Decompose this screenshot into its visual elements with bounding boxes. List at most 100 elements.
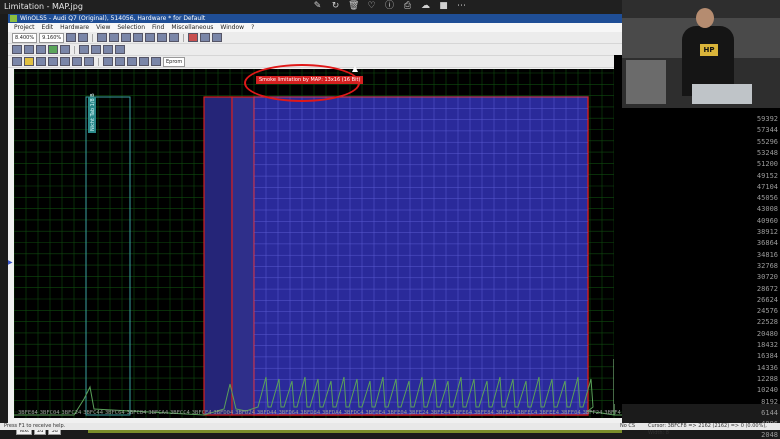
filter-select[interactable]: Eprom [163, 56, 186, 67]
hex-curve-view[interactable]: Nicht Tab 1/8 B 3BFE84 3BFC04 3BFC24 3BFC44 3… [14, 69, 622, 418]
y-axis-label: 10240 [756, 386, 778, 395]
tool-button[interactable] [169, 33, 180, 42]
toolbar-row-2 [8, 44, 622, 56]
tool-button[interactable] [103, 45, 113, 54]
map-tooltip: Smoke limitation by MAP: 13x16 (16 Bit) [256, 76, 364, 84]
edit-icon[interactable]: ✎ [312, 1, 323, 12]
x-axis-label: 3BFE24 [409, 410, 430, 416]
menu-window[interactable]: Window [220, 23, 244, 32]
engine-part [626, 60, 666, 104]
x-axis-label: 3BFCE4 [192, 410, 213, 416]
menu-selection[interactable]: Selection [117, 23, 145, 32]
tool-button[interactable] [12, 57, 22, 66]
tool-button[interactable] [121, 33, 132, 42]
favorite-icon[interactable]: ♡ [366, 1, 377, 12]
x-axis-label: 3BFF24 [583, 410, 604, 416]
y-axis-label: 32768 [756, 261, 778, 270]
curve-plot: Nicht Tab 1/8 B3BFE84 3BFC04 3BFC24 3BFC44 3… [14, 69, 622, 418]
x-axis-label: 3BFE64 [452, 410, 473, 416]
laptop [692, 84, 752, 104]
tool-button[interactable] [84, 57, 94, 66]
info-icon[interactable]: ⓘ [384, 1, 395, 12]
x-axis-label: 3BFC64 [105, 410, 126, 416]
tool-button[interactable] [145, 33, 156, 42]
x-axis-label: 3BFE84 [474, 410, 495, 416]
tool-button[interactable] [157, 33, 168, 42]
tool-button[interactable] [66, 33, 77, 42]
x-axis-label: 3BFD24 [235, 410, 256, 416]
x-axis-label: 3BFE84 [18, 410, 39, 416]
menu-view[interactable]: View [96, 23, 110, 32]
menu-hardware[interactable]: Hardware [60, 23, 89, 32]
app-icon[interactable]: ■ [438, 1, 449, 12]
tool-button[interactable] [127, 57, 137, 66]
rotate-icon[interactable]: ↻ [330, 1, 341, 12]
presenter-head [696, 8, 714, 28]
menu-project[interactable]: Project [14, 23, 35, 32]
tool-button[interactable] [200, 33, 211, 42]
y-axis-label: 51200 [756, 160, 778, 169]
tool-button[interactable] [115, 45, 125, 54]
status-cursor: Cursor: 3BFCF8 => 2162 (2162) => 0 (0.00… [648, 423, 767, 436]
zoom-y-select[interactable]: 9.160% [39, 32, 65, 43]
print-icon[interactable]: ⎙ [402, 1, 413, 12]
menu-help[interactable]: ? [251, 23, 254, 32]
delete-icon[interactable]: 🗑 [348, 1, 359, 12]
tool-button[interactable] [115, 57, 125, 66]
y-axis-label: 12288 [756, 374, 778, 383]
menu-misc[interactable]: Miscellaneous [171, 23, 213, 32]
x-axis-label: 3BFCC4 [170, 410, 191, 416]
tool-button[interactable] [60, 45, 70, 54]
tool-button[interactable] [36, 45, 46, 54]
tool-button[interactable] [97, 33, 108, 42]
tool-button[interactable] [36, 57, 46, 66]
tool-button[interactable] [188, 33, 199, 42]
y-axis-label: 14336 [756, 363, 778, 372]
x-axis-label: 3BFF4 [604, 410, 621, 416]
y-axis-label: 34816 [756, 250, 778, 259]
menu-bar: Project Edit Hardware View Selection Fin… [8, 23, 622, 32]
cloud-icon[interactable]: ☁ [420, 1, 431, 12]
x-axis-label: 3BFEA4 [496, 410, 517, 416]
y-axis-label: 8192 [761, 397, 778, 406]
tool-button[interactable] [12, 45, 22, 54]
y-axis-label: 55296 [756, 137, 778, 146]
menu-edit[interactable]: Edit [42, 23, 54, 32]
separator [74, 45, 75, 54]
status-bar: Press F1 to receive help. No CS Cursor: … [0, 423, 780, 436]
tool-button[interactable] [78, 33, 89, 42]
collapse-arrow-icon[interactable]: ▶ [8, 259, 13, 266]
tool-button[interactable] [24, 57, 34, 66]
x-axis-label: 3BFC84 [127, 410, 148, 416]
tool-button[interactable] [103, 57, 113, 66]
tool-button[interactable] [91, 45, 101, 54]
y-axis-label: 22528 [756, 318, 778, 327]
webcam-overlay: HP [622, 0, 780, 108]
tool-button[interactable] [60, 57, 70, 66]
tool-button[interactable] [48, 45, 58, 54]
app-title: WinOLS5 - Audi Q7 (Original), 514056, Ha… [20, 15, 206, 22]
marker-label: Nicht Tab 1/8 B [90, 93, 96, 131]
tool-button[interactable] [72, 57, 82, 66]
tool-button[interactable] [24, 45, 34, 54]
y-axis-label: 18432 [756, 341, 778, 349]
zoom-x-select[interactable]: 8.400% [12, 32, 38, 43]
y-axis-label: 38912 [756, 228, 778, 236]
tool-button[interactable] [133, 33, 144, 42]
tool-button[interactable] [79, 45, 89, 54]
tool-button[interactable] [48, 57, 58, 66]
x-axis-label: 3BFF04 [561, 410, 582, 416]
tool-button[interactable] [151, 57, 161, 66]
selection-block-mid [231, 96, 255, 416]
more-icon[interactable]: ⋯ [456, 1, 467, 12]
tool-button[interactable] [212, 33, 223, 42]
menu-find[interactable]: Find [152, 23, 164, 32]
x-axis-label: 3BFD64 [279, 410, 300, 416]
marker-column [85, 96, 131, 416]
selected-map-block [253, 96, 589, 416]
shirt-logo: HP [700, 44, 718, 56]
y-axis-label: 40960 [756, 216, 778, 225]
tool-button[interactable] [139, 57, 149, 66]
tool-button[interactable] [109, 33, 120, 42]
y-axis-label: 16384 [756, 352, 778, 361]
